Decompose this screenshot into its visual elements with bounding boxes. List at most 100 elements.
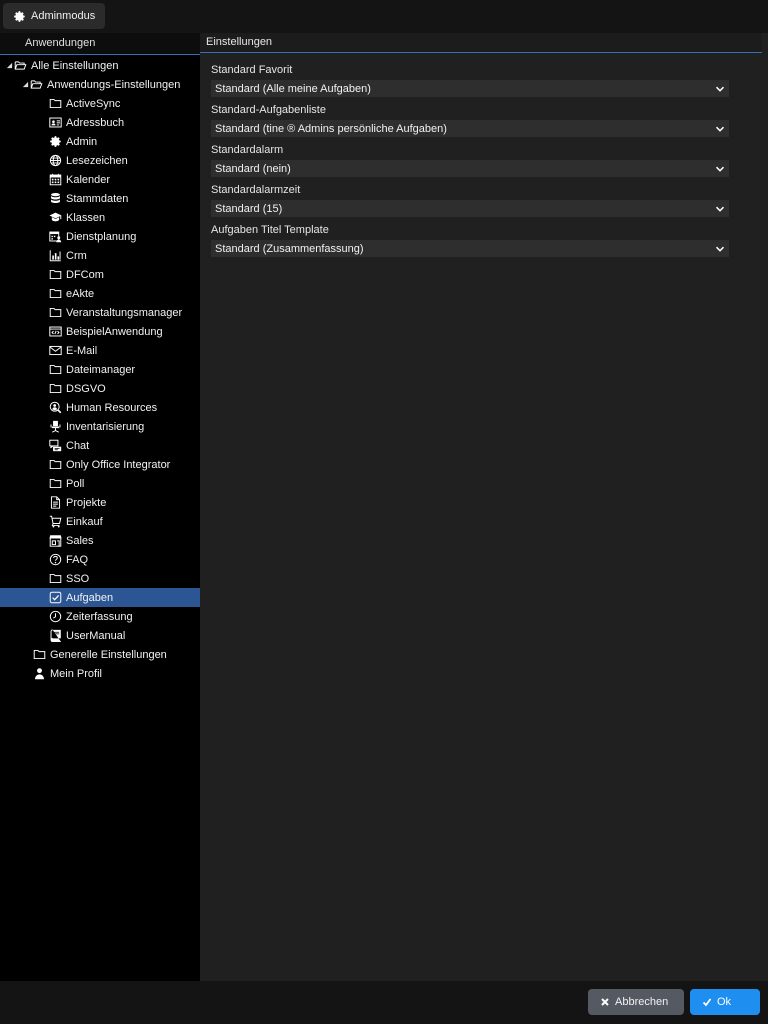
sidebar-item-crm[interactable]: Crm	[0, 246, 200, 265]
tree-node-my-profile[interactable]: Mein Profil	[0, 664, 200, 683]
sidebar-item-dsgvo[interactable]: DSGVO	[0, 379, 200, 398]
expand-arrow-icon[interactable]	[21, 80, 30, 89]
sidebar-item-label: Projekte	[66, 496, 107, 509]
sidebar-item-aufgaben[interactable]: Aufgaben	[0, 588, 200, 607]
chevron-down-icon	[715, 246, 725, 252]
question-circle-icon	[49, 553, 62, 566]
app-list: ActiveSync Adressbuch Admin Lesezeichen Kale…	[0, 94, 200, 645]
sidebar-item-label: Lesezeichen	[66, 154, 128, 167]
sidebar-item-label: Poll	[66, 477, 85, 490]
tree-node-all-settings[interactable]: Alle Einstellungen	[0, 56, 200, 75]
document-icon	[49, 496, 62, 509]
sidebar-item-only-office-integrator[interactable]: Only Office Integrator	[0, 455, 200, 474]
sidebar-item-dateimanager[interactable]: Dateimanager	[0, 360, 200, 379]
setting-field: Standard Favorit Standard (Alle meine Auf…	[211, 63, 729, 97]
setting-select[interactable]: Standard (nein)	[211, 160, 729, 177]
cart-icon	[49, 515, 62, 528]
admin-mode-button[interactable]: Adminmodus	[3, 3, 106, 29]
chevron-down-icon	[715, 166, 725, 172]
bar-chart-icon	[49, 249, 62, 262]
setting-value: Standard (15)	[215, 202, 283, 215]
sidebar-item-lesezeichen[interactable]: Lesezeichen	[0, 151, 200, 170]
cancel-label: Abbrechen	[615, 996, 669, 1008]
sidebar-item-label: E-Mail	[66, 344, 98, 357]
setting-field: Standardalarmzeit Standard (15)	[211, 183, 729, 217]
setting-value: Standard (Alle meine Aufgaben)	[215, 82, 371, 95]
sidebar-item-dfcom[interactable]: DFCom	[0, 265, 200, 284]
folder-icon	[49, 268, 62, 281]
setting-value: Standard (nein)	[215, 162, 291, 175]
sidebar-item-human-resources[interactable]: Human Resources	[0, 398, 200, 417]
clock-icon	[49, 610, 62, 623]
sidebar-item-label: Aufgaben	[66, 591, 114, 604]
setting-field: Aufgaben Titel Template Standard (Zusamme…	[211, 223, 729, 257]
sidebar-item-admin[interactable]: Admin	[0, 132, 200, 151]
sidebar-item-sales[interactable]: Sales	[0, 531, 200, 550]
sidebar-item-label: FAQ	[66, 553, 89, 566]
admin-mode-label: Adminmodus	[31, 10, 96, 22]
chevron-down-icon	[715, 126, 725, 132]
tree-node-general-settings[interactable]: Generelle Einstellungen	[0, 645, 200, 664]
sidebar-item-activesync[interactable]: ActiveSync	[0, 94, 200, 113]
sidebar-item-label: Admin	[66, 135, 98, 148]
ok-button[interactable]: Ok	[690, 989, 760, 1015]
sidebar-item-label: Veranstaltungsmanager	[66, 306, 183, 319]
sidebar-item-eakte[interactable]: eAkte	[0, 284, 200, 303]
sidebar-item-stammdaten[interactable]: Stammdaten	[0, 189, 200, 208]
sidebar-item-kalender[interactable]: Kalender	[0, 170, 200, 189]
cancel-button[interactable]: Abbrechen	[588, 989, 684, 1015]
tree-node-label: Anwendungs-Einstellungen	[47, 78, 181, 91]
sidebar-item-beispielanwendung[interactable]: BeispielAnwendung	[0, 322, 200, 341]
chevron-down-icon	[715, 86, 725, 92]
folder-icon	[49, 363, 62, 376]
sidebar-item-label: Adressbuch	[66, 116, 125, 129]
sidebar-item-label: Human Resources	[66, 401, 158, 414]
check-square-icon	[49, 591, 62, 604]
sidebar-item-label: Crm	[66, 249, 87, 262]
folder-icon	[49, 572, 62, 585]
sidebar-item-veranstaltungsmanager[interactable]: Veranstaltungsmanager	[0, 303, 200, 322]
sidebar-item-label: Only Office Integrator	[66, 458, 171, 471]
folder-icon	[49, 287, 62, 300]
sidebar-item-e-mail[interactable]: E-Mail	[0, 341, 200, 360]
sidebar-item-chat[interactable]: Chat	[0, 436, 200, 455]
setting-label: Standard Favorit	[211, 64, 293, 76]
sidebar-item-label: Inventarisierung	[66, 420, 145, 433]
store-icon	[49, 534, 62, 547]
sidebar-item-label: DSGVO	[66, 382, 106, 395]
expand-arrow-icon[interactable]	[5, 61, 14, 70]
sidebar-item-faq[interactable]: FAQ	[0, 550, 200, 569]
sidebar-item-label: ActiveSync	[66, 97, 121, 110]
user-icon	[33, 667, 46, 680]
sidebar-item-zeiterfassung[interactable]: Zeiterfassung	[0, 607, 200, 626]
setting-value: Standard (Zusammenfassung)	[215, 242, 364, 255]
sidebar-item-usermanual[interactable]: UserManual	[0, 626, 200, 645]
sidebar-item-label: Dateimanager	[66, 363, 136, 376]
sidebar-item-dienstplanung[interactable]: Dienstplanung	[0, 227, 200, 246]
setting-select[interactable]: Standard (Zusammenfassung)	[211, 240, 729, 257]
setting-select[interactable]: Standard (Alle meine Aufgaben)	[211, 80, 729, 97]
book-icon	[49, 629, 62, 642]
database-icon	[49, 192, 62, 205]
dialog-footer: Abbrechen Ok	[0, 981, 768, 1024]
sidebar-item-inventarisierung[interactable]: Inventarisierung	[0, 417, 200, 436]
sidebar-item-label: Stammdaten	[66, 192, 129, 205]
tree-node-app-settings[interactable]: Anwendungs-Einstellungen	[0, 75, 200, 94]
setting-field: Standardalarm Standard (nein)	[211, 143, 729, 177]
setting-select[interactable]: Standard (15)	[211, 200, 729, 217]
sidebar-item-einkauf[interactable]: Einkauf	[0, 512, 200, 531]
applications-panel: Anwendungen Alle Einstellungen Anwendung…	[0, 33, 200, 981]
calendar-user-icon	[49, 230, 62, 243]
chat-icon	[49, 439, 62, 452]
sidebar-item-poll[interactable]: Poll	[0, 474, 200, 493]
check-icon	[702, 998, 712, 1007]
settings-panel: Einstellungen Standard Favorit Standard (…	[200, 33, 768, 981]
setting-value: Standard (tine ® Admins persönliche Aufg…	[215, 122, 447, 135]
envelope-icon	[49, 344, 62, 357]
setting-select[interactable]: Standard (tine ® Admins persönliche Aufg…	[211, 120, 729, 137]
sidebar-item-klassen[interactable]: Klassen	[0, 208, 200, 227]
setting-label: Standard-Aufgabenliste	[211, 104, 326, 116]
sidebar-item-sso[interactable]: SSO	[0, 569, 200, 588]
sidebar-item-projekte[interactable]: Projekte	[0, 493, 200, 512]
sidebar-item-adressbuch[interactable]: Adressbuch	[0, 113, 200, 132]
